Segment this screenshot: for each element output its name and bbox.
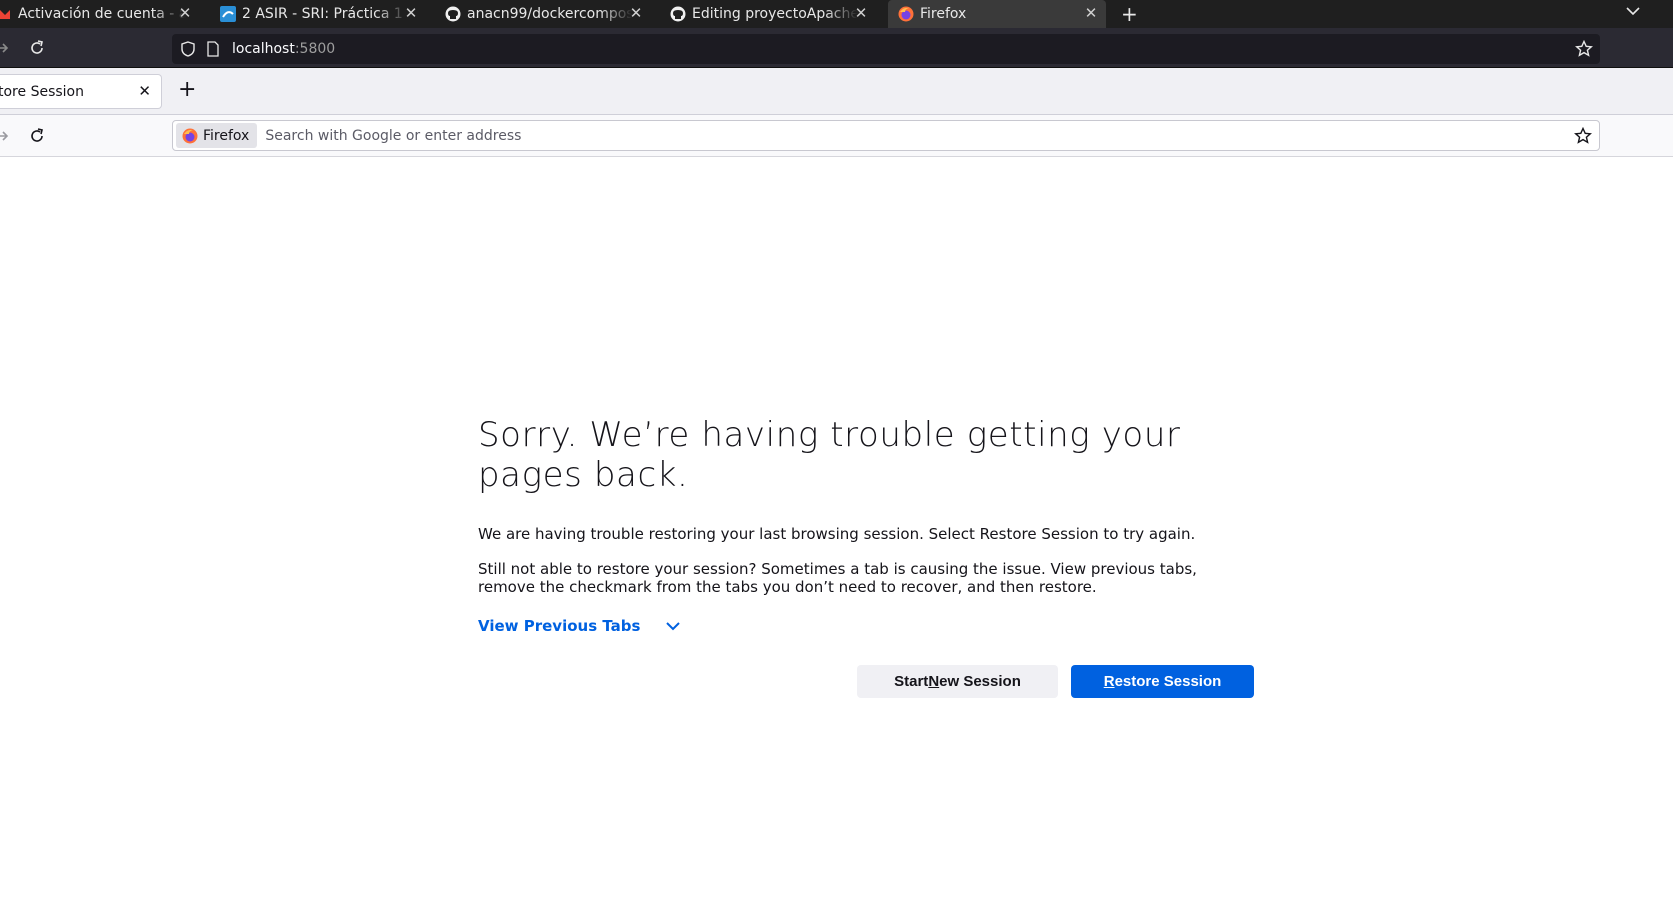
new-tab-button[interactable]: + — [1121, 2, 1138, 26]
outer-tab-firefox[interactable]: Firefox ✕ — [888, 0, 1106, 28]
new-tab-button[interactable]: + — [178, 77, 196, 102]
accesskey-letter: N — [928, 673, 940, 690]
outer-tab-github-2[interactable]: Editing proyectoApachee ✕ — [670, 0, 874, 28]
view-previous-tabs-toggle[interactable]: View Previous Tabs — [478, 617, 682, 635]
star-icon[interactable] — [1575, 40, 1593, 58]
outer-tab-title: 2 ASIR - SRI: Práctica 1 - D — [242, 6, 408, 22]
identity-label: Firefox — [203, 127, 250, 144]
forward-icon[interactable] — [0, 39, 12, 57]
outer-navigation-toolbar: localhost:5800 — [0, 28, 1673, 68]
inner-url-bar[interactable]: Firefox Search with Google or enter addr… — [172, 120, 1600, 151]
view-previous-tabs-label[interactable]: View Previous Tabs — [478, 617, 640, 635]
url-port: :5800 — [294, 41, 336, 57]
outer-tab-strip: Activación de cuenta - acc ✕ 2 ASIR - SR… — [0, 0, 1673, 28]
shield-icon[interactable] — [180, 41, 196, 57]
button-label-start: Start — [894, 673, 929, 690]
accesskey-letter: R — [1103, 673, 1115, 690]
close-icon[interactable]: ✕ — [1082, 4, 1100, 22]
url-host: localhost — [232, 41, 295, 57]
outer-tab-gmail[interactable]: Activación de cuenta - acc ✕ — [0, 0, 198, 28]
close-icon[interactable]: ✕ — [627, 4, 645, 22]
star-icon[interactable] — [1574, 127, 1592, 145]
close-icon[interactable]: ✕ — [176, 4, 194, 22]
button-label-rest: estore Session — [1114, 673, 1222, 690]
moodle-icon — [220, 6, 236, 22]
firefox-icon — [898, 6, 914, 22]
session-restore-page: Sorry. We’re having trouble getting your… — [0, 158, 1673, 898]
page-title: Sorry. We’re having trouble getting your… — [478, 415, 1181, 495]
forward-icon[interactable] — [0, 127, 12, 145]
gmail-icon — [0, 6, 10, 22]
inner-tab-title: tore Session — [0, 83, 84, 100]
restore-session-button[interactable]: Restore Session — [1071, 665, 1254, 698]
reload-icon[interactable] — [28, 127, 46, 145]
inner-tab-restore-session[interactable]: tore Session ✕ — [0, 74, 162, 109]
firefox-icon — [182, 128, 198, 144]
chevron-down-icon[interactable] — [664, 617, 682, 635]
outer-tab-title: Editing proyectoApachee — [692, 6, 858, 22]
outer-tab-github-1[interactable]: anacn99/dockercompose ✕ — [445, 0, 649, 28]
github-icon — [670, 6, 686, 22]
url-input-placeholder[interactable]: Search with Google or enter address — [265, 128, 521, 144]
inner-navigation-toolbar: Firefox Search with Google or enter addr… — [0, 115, 1673, 157]
github-icon — [445, 6, 461, 22]
close-icon[interactable]: ✕ — [402, 4, 420, 22]
inner-tab-strip: tore Session ✕ + — [0, 68, 1673, 115]
outer-url-bar[interactable]: localhost:5800 — [172, 34, 1600, 64]
outer-url-text: localhost:5800 — [232, 41, 335, 57]
restore-description: We are having trouble restoring your las… — [478, 525, 1196, 543]
chevron-down-icon[interactable] — [1626, 4, 1640, 18]
outer-tab-title: anacn99/dockercompose — [467, 6, 633, 22]
page-icon[interactable] — [206, 41, 220, 57]
outer-tab-title: Firefox — [920, 6, 967, 22]
outer-tab-title: Activación de cuenta - acc — [18, 6, 186, 22]
restore-help-text: Still not able to restore your session? … — [478, 560, 1197, 596]
close-icon[interactable]: ✕ — [138, 82, 151, 100]
identity-box[interactable]: Firefox — [176, 123, 258, 148]
start-new-session-button[interactable]: Start New Session — [857, 665, 1058, 698]
outer-tab-moodle[interactable]: 2 ASIR - SRI: Práctica 1 - D ✕ — [220, 0, 424, 28]
close-icon[interactable]: ✕ — [852, 4, 870, 22]
reload-icon[interactable] — [28, 39, 46, 57]
button-label-rest: ew Session — [939, 673, 1021, 690]
